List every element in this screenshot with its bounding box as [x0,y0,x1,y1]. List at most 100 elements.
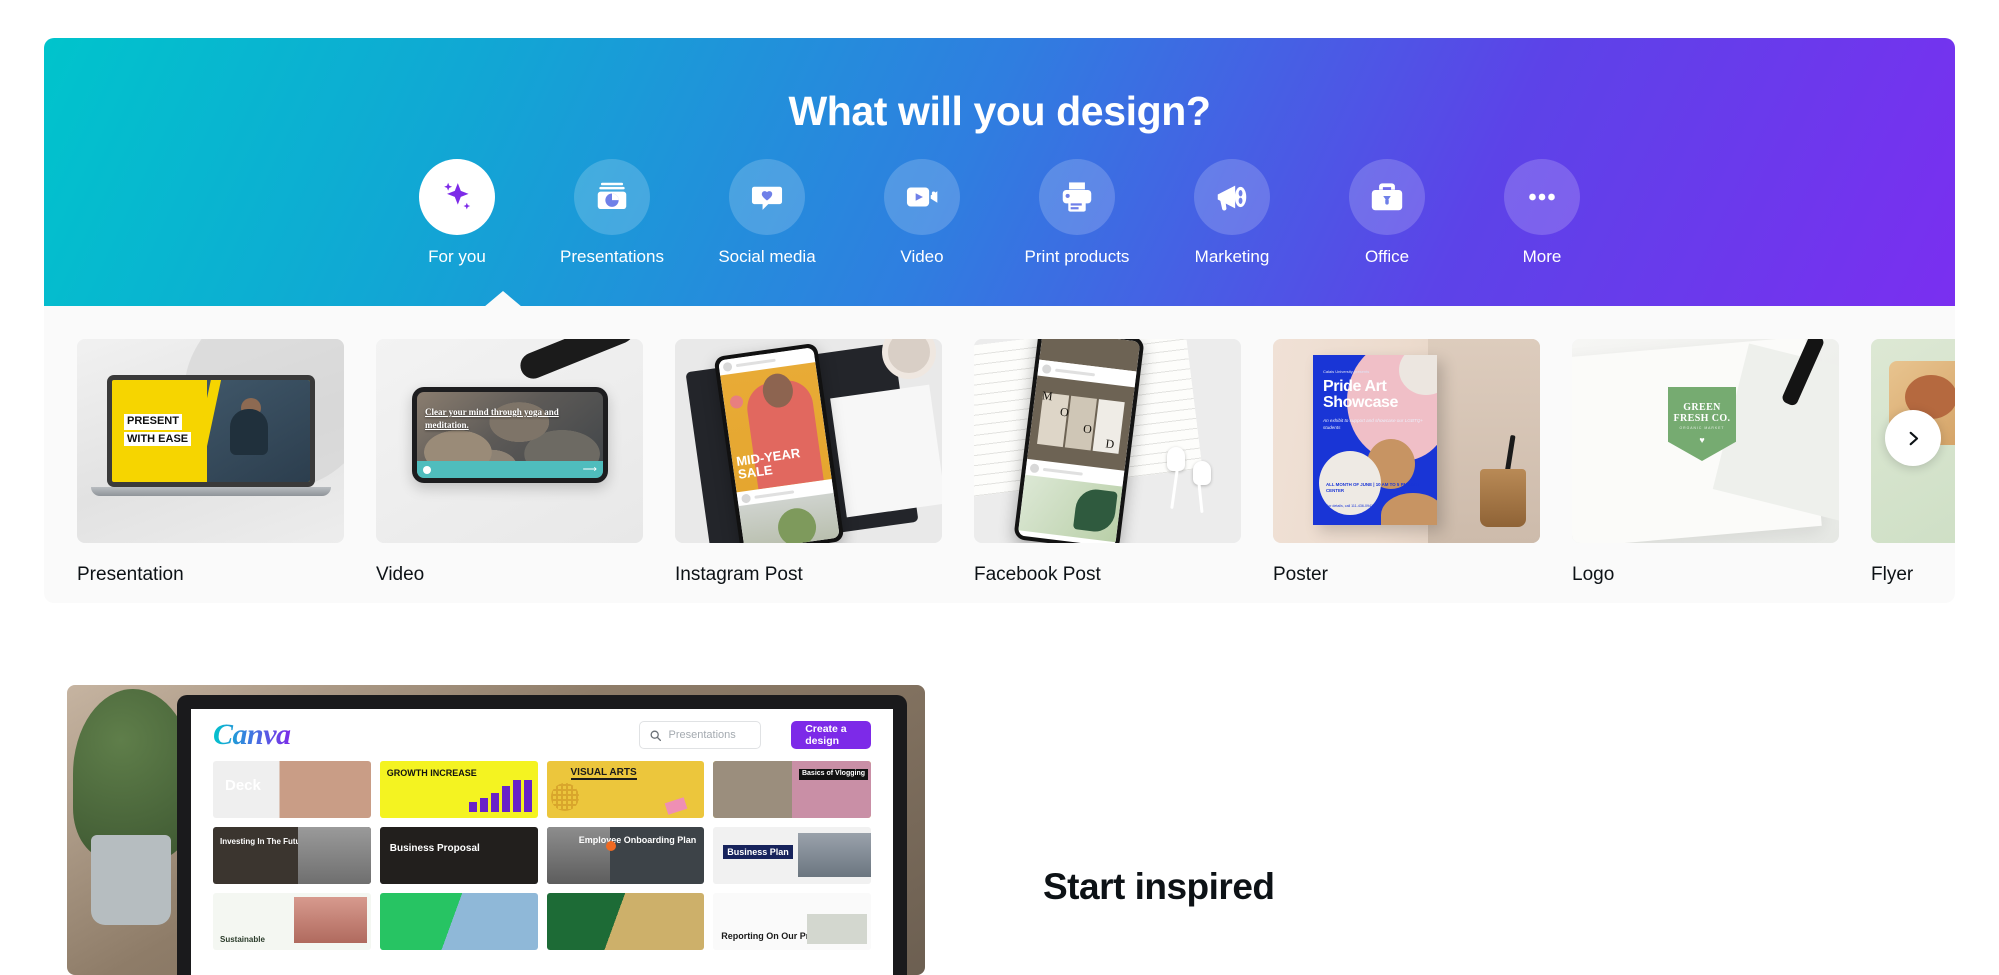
art-subtitle: An exhibit to support and showcase our L… [1323,418,1423,431]
video-camera-icon [884,159,960,235]
grid-tile-employee-onboarding[interactable]: Employee Onboarding Plan [546,827,705,884]
grid-tile-green-slide[interactable] [379,893,538,950]
search-placeholder: Presentations [668,729,736,741]
card-label: Video [376,564,425,585]
grid-tile-business-plan[interactable]: Business Plan [713,827,871,884]
template-card-video[interactable]: Clear your mind through yoga and meditat… [376,339,643,586]
nav-item-for-you[interactable]: For you [380,159,535,267]
grid-tile-growth-increase[interactable]: GROWTH INCREASE [379,761,538,818]
poster-artwork: Calais University presents Pride Art Sho… [1273,339,1540,543]
tile-text: VISUAL ARTS [570,767,637,780]
briefcase-icon [1349,159,1425,235]
bar-chart-graphic [468,780,532,812]
art-title-line2: Showcase [1323,394,1399,411]
art-text: Clear your mind through yoga and meditat… [425,407,559,431]
art-letter: D [1104,436,1116,452]
create-a-design-button[interactable]: Create a design [791,721,871,749]
template-card-logo[interactable]: GREEN FRESH CO. ORGANIC MARKET ♥ Logo [1572,339,1839,586]
art-brand-line2: FRESH CO. [1673,412,1731,424]
grid-tile-reporting-progress[interactable]: Reporting On Our Progress [713,893,871,950]
art-eyebrow: Calais University presents [1323,369,1370,374]
card-label: Instagram Post [675,564,803,585]
facebook-artwork: M O O D [974,339,1241,543]
nav-item-more[interactable]: More [1465,159,1620,267]
phone-mockup: Clear your mind through yoga and meditat… [412,387,608,483]
template-card-instagram-post[interactable]: MID-YEAR SALE Instagram Post [675,339,942,586]
nav-label: Video [900,247,944,266]
card-label: Flyer [1871,564,1914,585]
instagram-artwork: MID-YEAR SALE [675,339,942,543]
card-label: Logo [1572,564,1615,585]
nav-item-presentations[interactable]: Presentations [535,159,690,267]
card-thumbnail[interactable]: Calais University presents Pride Art Sho… [1273,339,1540,543]
nav-label: Marketing [1194,247,1270,266]
plant-prop [73,689,193,859]
art-letter: O [1082,421,1093,437]
active-tab-pointer [484,291,522,306]
art-letter: O [1059,404,1070,420]
card-thumbnail[interactable]: PRESENT WITH EASE [77,339,344,543]
tile-text: Business Plan [723,845,793,860]
carousel-next-button[interactable] [1885,410,1941,466]
search-input[interactable]: Presentations [638,721,762,749]
tile-text: Basics of Vlogging [798,769,868,780]
template-card-presentation[interactable]: PRESENT WITH EASE Presentation [77,339,344,586]
art-text-line1: PRESENT [124,414,182,430]
card-thumbnail[interactable]: MID-YEAR SALE [675,339,942,543]
hero-banner: What will you design? For you Presentati… [44,38,1955,306]
card-label: Presentation [77,564,184,585]
start-inspired-section: Canva Presentations Create a design Deck… [0,660,1999,975]
presentation-artwork: PRESENT WITH EASE [77,339,344,543]
card-thumbnail[interactable]: Clear your mind through yoga and meditat… [376,339,643,543]
canva-logo: Canva [213,718,291,751]
poster-mockup: Calais University presents Pride Art Sho… [1313,355,1437,525]
nav-item-marketing[interactable]: Marketing [1155,159,1310,267]
card-thumbnail[interactable]: M O O D [974,339,1241,543]
laptop-mockup: Canva Presentations Create a design Deck… [177,695,907,975]
card-label: Poster [1273,564,1328,585]
nav-label: Social media [718,247,816,266]
template-card-facebook-post[interactable]: M O O D Facebook Post [974,339,1241,586]
nav-item-video[interactable]: Video [845,159,1000,267]
pen-prop [516,339,638,383]
presentation-board-icon [574,159,650,235]
card-thumbnail[interactable]: GREEN FRESH CO. ORGANIC MARKET ♥ [1572,339,1839,543]
ellipsis-icon [1504,159,1580,235]
grid-tile-visual-arts[interactable]: VISUAL ARTS [546,761,705,818]
logo-artwork: GREEN FRESH CO. ORGANIC MARKET ♥ [1572,339,1839,543]
grid-tile-basics-of-vlogging[interactable]: Basics of Vlogging [713,761,871,818]
grid-tile-business-proposal[interactable]: Business Proposal [379,827,538,884]
printer-icon [1039,159,1115,235]
grid-tile-deck[interactable]: Deck [213,761,371,818]
grid-tile-sustainable[interactable]: Sustainable [213,893,371,950]
nav-label: For you [428,247,486,266]
art-contact: For details, call 111-436-0941 [1326,503,1374,508]
card-label: Facebook Post [974,564,1101,585]
heart-speech-bubble-icon [729,159,805,235]
art-brand-line1: GREEN [1683,401,1721,413]
tile-text: Sustainable [220,935,265,944]
nav-item-social-media[interactable]: Social media [690,159,845,267]
phone-mockup: M O O D [1013,339,1145,543]
grid-tile-field-slide[interactable] [546,893,705,950]
chevron-right-icon [1909,431,1918,445]
start-inspired-title: Start inspired [1043,866,1275,907]
template-card-list: PRESENT WITH EASE Presentation Clear you… [44,306,1955,586]
canva-app-photo: Canva Presentations Create a design Deck… [67,685,925,975]
search-icon [650,730,661,741]
art-letter: M [1041,388,1054,404]
template-carousel: PRESENT WITH EASE Presentation Clear you… [44,306,1955,603]
art-details: ALL MONTH OF JUNE | 10 AM TO 5 PM | ART … [1326,481,1420,494]
template-card-poster[interactable]: Calais University presents Pride Art Sho… [1273,339,1540,586]
tile-text: Employee Onboarding Plan [578,835,697,845]
sparkles-icon [419,159,495,235]
art-title-line1: Pride Art [1323,378,1387,395]
nav-item-print-products[interactable]: Print products [1000,159,1155,267]
earphones-prop [1167,447,1227,517]
tile-text: GROWTH INCREASE [386,768,477,778]
nav-item-office[interactable]: Office [1310,159,1465,267]
nav-label: More [1522,247,1562,266]
category-nav: For you Presentations Social media Video [44,159,1955,267]
grid-tile-investing-healthcare[interactable]: Investing In The Future of Healthcare [213,827,371,884]
nav-label: Presentations [560,247,664,266]
